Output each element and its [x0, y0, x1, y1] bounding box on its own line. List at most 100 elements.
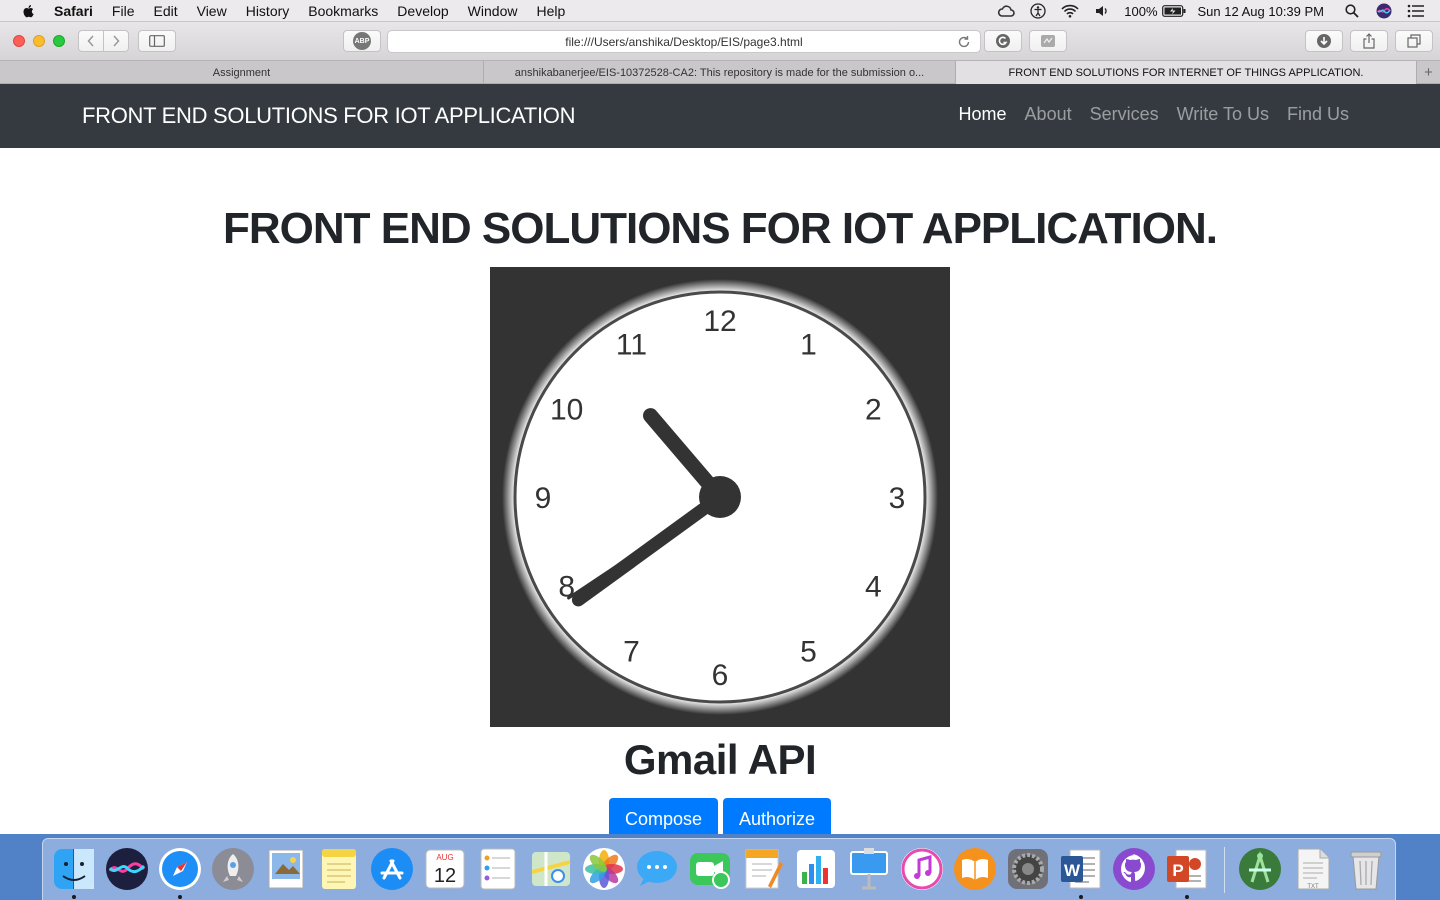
site-navbar: FRONT END SOLUTIONS FOR IOT APPLICATION …	[0, 84, 1440, 148]
safari-icon[interactable]	[157, 846, 203, 892]
siri-menu-icon[interactable]	[1374, 3, 1394, 19]
trash-icon[interactable]	[1343, 846, 1389, 892]
tab-assignment[interactable]: Assignment	[0, 61, 484, 84]
download-icon	[1317, 34, 1331, 48]
dock-separator	[1224, 847, 1225, 893]
tab-overview-button[interactable]	[1395, 30, 1433, 52]
back-button[interactable]	[78, 30, 104, 52]
browser-tab-bar: Assignment anshikabanerjee/EIS-10372528-…	[0, 61, 1440, 84]
menu-history[interactable]: History	[246, 3, 290, 19]
forward-button[interactable]	[103, 30, 129, 52]
wifi-icon[interactable]	[1060, 3, 1080, 19]
ibooks-icon[interactable]	[952, 846, 998, 892]
launchpad-icon[interactable]	[210, 846, 256, 892]
extension-icon	[1041, 35, 1055, 47]
maps-icon[interactable]	[528, 846, 574, 892]
battery-icon[interactable]	[1161, 3, 1186, 19]
adblock-button[interactable]: ABP	[343, 30, 381, 52]
finder-icon[interactable]	[51, 846, 97, 892]
clock-number: 2	[865, 394, 882, 427]
downloads-button[interactable]	[1305, 30, 1343, 52]
menu-window[interactable]: Window	[468, 3, 518, 19]
messages-icon[interactable]	[634, 846, 680, 892]
github-desktop-icon[interactable]	[1111, 846, 1157, 892]
photos-icon[interactable]	[581, 846, 627, 892]
numbers-icon[interactable]	[793, 846, 839, 892]
reminders-icon[interactable]	[475, 846, 521, 892]
macos-dock: AUG 12 W P TXT	[42, 838, 1396, 900]
creative-cloud-icon[interactable]	[996, 3, 1016, 19]
siri-icon[interactable]	[104, 846, 150, 892]
volume-icon[interactable]	[1092, 3, 1112, 19]
preview-icon[interactable]	[263, 846, 309, 892]
notification-center-icon[interactable]	[1406, 3, 1426, 19]
sidebar-toggle-button[interactable]	[138, 30, 176, 52]
app-store-icon[interactable]	[369, 846, 415, 892]
svg-text:12: 12	[434, 865, 456, 887]
text-file-icon[interactable]: TXT	[1290, 846, 1336, 892]
window-close-button[interactable]	[13, 35, 25, 47]
tab-label: anshikabanerjee/EIS-10372528-CA2: This r…	[514, 66, 925, 79]
grammarly-button[interactable]	[984, 30, 1022, 52]
menu-bookmarks[interactable]: Bookmarks	[308, 3, 378, 19]
compose-button[interactable]: Compose	[609, 798, 718, 834]
menu-edit[interactable]: Edit	[153, 3, 177, 19]
tab-github-repository[interactable]: anshikabanerjee/EIS-10372528-CA2: This r…	[484, 61, 956, 84]
pages-icon[interactable]	[740, 846, 786, 892]
keynote-icon[interactable]	[846, 846, 892, 892]
extension-button[interactable]	[1029, 30, 1067, 52]
clock-number: 12	[703, 305, 736, 338]
chevron-left-icon	[87, 35, 94, 47]
navbar-brand[interactable]: FRONT END SOLUTIONS FOR IOT APPLICATION	[82, 103, 575, 129]
powerpoint-icon[interactable]: P	[1164, 846, 1210, 892]
clock-number: 5	[800, 635, 817, 668]
android-studio-icon[interactable]	[1237, 846, 1283, 892]
authorize-button[interactable]: Authorize	[723, 798, 831, 834]
tab-label: FRONT END SOLUTIONS FOR INTERNET OF THIN…	[1008, 66, 1364, 79]
sidebar-icon	[149, 35, 165, 47]
reload-icon[interactable]	[956, 34, 972, 50]
grammarly-icon	[996, 34, 1010, 48]
nav-link-find-us[interactable]: Find Us	[1287, 104, 1349, 125]
notes-icon[interactable]	[316, 846, 362, 892]
menu-help[interactable]: Help	[536, 3, 565, 19]
apple-menu-icon[interactable]	[20, 3, 38, 19]
url-text: file:///Users/anshika/Desktop/EIS/page3.…	[565, 34, 803, 49]
menu-app-name[interactable]: Safari	[54, 3, 93, 19]
accessibility-icon[interactable]	[1028, 3, 1048, 19]
nav-link-home[interactable]: Home	[959, 104, 1007, 125]
gmail-button-row: Compose Authorize	[609, 798, 831, 834]
svg-text:P: P	[1172, 861, 1183, 880]
menu-develop[interactable]: Develop	[397, 3, 448, 19]
tabs-icon	[1407, 34, 1421, 48]
svg-text:TXT: TXT	[1307, 884, 1319, 890]
share-icon	[1363, 33, 1375, 49]
clock-datetime[interactable]: Sun 12 Aug 10:39 PM	[1198, 4, 1324, 19]
clock-number: 11	[616, 329, 647, 362]
analog-clock: 12 1 2 3 4 5 6 7 8 9 10 11	[490, 267, 950, 727]
tab-front-end-solutions[interactable]: FRONT END SOLUTIONS FOR INTERNET OF THIN…	[956, 61, 1417, 84]
menu-file[interactable]: File	[112, 3, 135, 19]
navbar-links: Home About Services Write To Us Find Us	[941, 104, 1349, 125]
nav-link-write-to-us[interactable]: Write To Us	[1177, 104, 1269, 125]
page-title: FRONT END SOLUTIONS FOR IOT APPLICATION.	[223, 204, 1218, 253]
macos-menu-bar: Safari File Edit View History Bookmarks …	[0, 0, 1440, 22]
gmail-api-heading: Gmail API	[623, 736, 817, 783]
word-icon[interactable]: W	[1058, 846, 1104, 892]
address-bar[interactable]: file:///Users/anshika/Desktop/EIS/page3.…	[387, 30, 981, 53]
window-zoom-button[interactable]	[53, 35, 65, 47]
clock-number: 3	[889, 482, 906, 515]
itunes-icon[interactable]	[899, 846, 945, 892]
dock-running-indicator	[1185, 895, 1189, 899]
clock-number: 6	[712, 659, 729, 692]
nav-link-about[interactable]: About	[1025, 104, 1072, 125]
new-tab-button[interactable]: +	[1417, 61, 1440, 84]
nav-link-services[interactable]: Services	[1090, 104, 1159, 125]
share-button[interactable]	[1350, 30, 1388, 52]
menu-view[interactable]: View	[197, 3, 227, 19]
window-minimize-button[interactable]	[33, 35, 45, 47]
calendar-icon[interactable]: AUG 12	[422, 846, 468, 892]
spotlight-search-icon[interactable]	[1342, 3, 1362, 19]
system-preferences-icon[interactable]	[1005, 846, 1051, 892]
facetime-icon[interactable]	[687, 846, 733, 892]
